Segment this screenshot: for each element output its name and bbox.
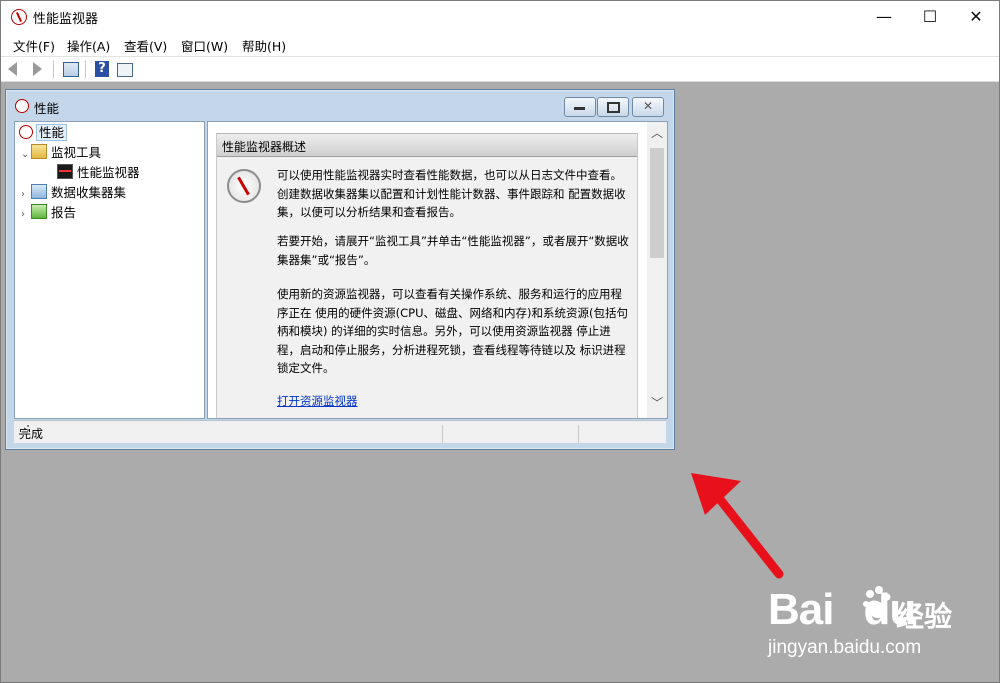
child-window-performance: 性能 ✕ 性能 ⌄ 监视工具 性能监视器 › 数据收集器集 › 报告 性能监视器… [5, 89, 675, 450]
close-icon: ✕ [643, 99, 654, 113]
data-collector-icon [31, 184, 47, 199]
back-button[interactable] [7, 60, 25, 78]
tree-item-label: 性能 [35, 124, 68, 141]
overview-panel: 性能监视器概述 可以使用性能监视器实时查看性能数据，也可以从日志文件中查看。创建… [216, 133, 638, 418]
help-icon[interactable]: ? [95, 61, 109, 77]
getting-started-paragraph: 若要开始，请展开“监视工具”并单击“性能监视器”，或者展开“数据收集器集”或“报… [277, 234, 629, 267]
back-arrow-icon [8, 62, 17, 76]
resize-grip-icon[interactable] [19, 425, 29, 435]
annotation-arrow-icon [691, 473, 784, 579]
chevron-right-icon[interactable]: › [21, 186, 31, 204]
scroll-up-icon[interactable]: ︿ [651, 124, 663, 141]
menu-file[interactable]: 文件(F) [13, 36, 55, 55]
show-action-pane-icon[interactable] [117, 63, 133, 77]
tree-item-label: 监视工具 [51, 145, 102, 160]
tree-item-performance-monitor[interactable]: 性能监视器 [57, 164, 140, 182]
tree-item-label: 报告 [51, 205, 77, 220]
performance-icon [15, 99, 29, 113]
app-window: 性能监视器 — ☐ ✕ 文件(F) 操作(A) 查看(V) 窗口(W) 帮助(H… [0, 0, 1000, 683]
baidu-jingyan-watermark: Bai du 经验 jingyan.baidu.com [768, 581, 988, 671]
vertical-scrollbar[interactable]: ︿ ﹀ [647, 122, 667, 418]
toolbar-divider [53, 60, 54, 78]
open-resource-monitor-link[interactable]: 打开资源监视器 [277, 393, 358, 409]
chevron-right-icon[interactable]: › [21, 206, 31, 224]
child-close-button[interactable]: ✕ [632, 97, 664, 117]
tree-item-label: 性能监视器 [77, 165, 140, 180]
performance-icon [19, 125, 33, 139]
child-window-title: 性能 [34, 101, 60, 116]
forward-arrow-icon [33, 62, 42, 76]
reports-icon [31, 204, 47, 219]
watermark-brand: Bai du [768, 585, 916, 634]
status-bar: 完成 [14, 420, 666, 443]
tree-item-performance[interactable]: 性能 [19, 124, 68, 142]
performance-monitor-icon [11, 9, 27, 25]
resource-monitor-paragraph: 使用新的资源监视器，可以查看有关操作系统、服务和运行的应用程序正在 使用的硬件资… [277, 287, 628, 375]
content-pane: 性能监视器概述 可以使用性能监视器实时查看性能数据，也可以从日志文件中查看。创建… [207, 121, 668, 419]
menu-window[interactable]: 窗口(W) [181, 36, 228, 55]
maximize-button[interactable]: ☐ [907, 1, 953, 32]
forward-button[interactable] [29, 60, 47, 78]
tools-folder-icon [31, 144, 47, 159]
close-button[interactable]: ✕ [953, 1, 999, 32]
menu-view[interactable]: 查看(V) [124, 36, 167, 55]
performance-monitor-icon [227, 169, 261, 203]
paw-icon [863, 586, 891, 618]
title-bar: 性能监视器 — ☐ ✕ [1, 1, 999, 32]
tree-item-reports[interactable]: › 报告 [21, 204, 76, 222]
performance-graph-icon [57, 164, 73, 179]
toolbar: ? [1, 57, 999, 82]
watermark-url: jingyan.baidu.com [768, 637, 922, 658]
navigation-tree: 性能 ⌄ 监视工具 性能监视器 › 数据收集器集 › 报告 [14, 121, 205, 419]
child-title-bar: 性能 ✕ [6, 90, 674, 120]
minimize-button[interactable]: — [861, 1, 907, 32]
child-minimize-button[interactable] [564, 97, 596, 117]
menu-action[interactable]: 操作(A) [67, 36, 110, 55]
tree-item-label: 数据收集器集 [51, 185, 127, 200]
status-divider [578, 425, 579, 443]
toolbar-divider [85, 60, 86, 78]
section-title: 性能监视器概述 [222, 140, 307, 154]
chevron-down-icon[interactable]: ⌄ [21, 146, 31, 164]
window-title: 性能监视器 [33, 12, 99, 27]
tree-item-data-collector-sets[interactable]: › 数据收集器集 [21, 184, 126, 202]
watermark-cn: 经验 [896, 600, 953, 633]
restore-icon [607, 102, 620, 113]
section-header: 性能监视器概述 [217, 133, 637, 157]
scroll-down-icon[interactable]: ﹀ [651, 394, 663, 411]
minimize-icon [574, 107, 585, 110]
scroll-thumb[interactable] [650, 148, 664, 258]
child-restore-button[interactable] [597, 97, 629, 117]
tree-item-monitoring-tools[interactable]: ⌄ 监视工具 [21, 144, 101, 162]
status-divider [442, 425, 443, 443]
menu-help[interactable]: 帮助(H) [242, 36, 286, 55]
menu-bar: 文件(F) 操作(A) 查看(V) 窗口(W) 帮助(H) [1, 32, 999, 57]
show-hide-tree-icon[interactable] [63, 62, 79, 77]
overview-paragraph: 可以使用性能监视器实时查看性能数据，也可以从日志文件中查看。创建数据收集器集以配… [277, 168, 626, 219]
